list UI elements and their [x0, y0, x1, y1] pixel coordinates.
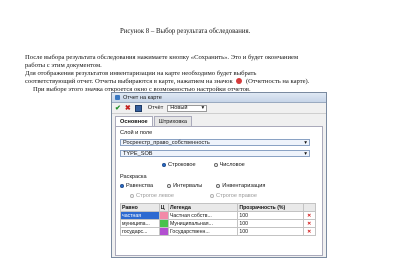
column-header-actions: [302, 203, 317, 212]
row-legend-value[interactable]: Государственн...: [167, 227, 239, 236]
coloring-radio-group: Равенства Интервалы Инвентаризация: [120, 183, 265, 189]
column-header-equals: Равно: [120, 203, 160, 212]
dialog-title: Отчет на карте: [123, 94, 162, 101]
radio-strict-left-label: Строгое левое: [136, 193, 175, 199]
column-header-transparency: Прозрачность (%): [237, 203, 304, 212]
row-equals-value[interactable]: частная: [120, 211, 160, 220]
window-icon: [115, 95, 120, 100]
table-row[interactable]: частная Частная собств... 100 ✕: [120, 211, 317, 220]
save-icon[interactable]: [134, 104, 142, 112]
row-equals-value[interactable]: государс...: [120, 227, 160, 236]
coloring-label: Раскраска: [120, 174, 147, 180]
column-header-legend: Легенда: [167, 203, 239, 212]
row-transparency-value[interactable]: 100: [237, 219, 304, 228]
paragraph-2-text-a: соответствующий отчет. Отчеты выбираются…: [25, 78, 233, 85]
dialog-toolbar: ✔ ✖ Отчёт Новый ▾: [112, 103, 326, 114]
row-equals-value[interactable]: муниципа...: [120, 219, 160, 228]
radio-dot: [167, 184, 172, 188]
radio-dot: [213, 163, 218, 167]
report-select-value: Новый: [170, 105, 188, 111]
radio-numeric-label: Числовое: [219, 162, 245, 168]
dialog-titlebar: Отчет на карте: [112, 93, 326, 103]
table-row[interactable]: муниципа... Муниципальная... 100 ✕: [120, 219, 317, 228]
radio-dot: [216, 184, 221, 188]
row-legend-value[interactable]: Муниципальная...: [167, 219, 239, 228]
radio-string[interactable]: Строковое: [162, 162, 196, 168]
radio-strict-right[interactable]: Строгое правое: [210, 193, 257, 199]
chevron-down-icon: ▾: [201, 105, 205, 111]
table-header-row: Равно Ц Легенда Прозрачность (%): [120, 203, 317, 212]
radio-dot-disabled: [130, 194, 134, 198]
map-report-dialog: Отчет на карте ✔ ✖ Отчёт Новый ▾ Основно…: [111, 92, 327, 258]
report-select-label: Отчёт: [147, 105, 164, 111]
radio-equal-label: Равенства: [126, 183, 154, 189]
radio-dot-selected: [120, 184, 124, 188]
value-type-radio-group: Строковое Числовое: [162, 162, 245, 168]
radio-intervals[interactable]: Интервалы: [167, 183, 202, 189]
field-select-value: TYPE_SOB: [123, 150, 153, 157]
layer-field-label: Слой и поле: [120, 130, 153, 136]
radio-string-label: Строковое: [168, 162, 196, 168]
cancel-icon[interactable]: ✖: [125, 104, 131, 112]
color-swatch[interactable]: [158, 227, 169, 236]
chevron-down-icon: ▾: [304, 139, 307, 146]
tab-main-panel: Слой и поле Росреестр_право_собственност…: [115, 126, 323, 256]
color-swatch[interactable]: [158, 211, 169, 220]
radio-intervals-label: Интервалы: [173, 183, 203, 189]
paragraph-1-continued: работы с этим документом.: [25, 62, 102, 69]
layer-select-value: Росреестр_право_собственность: [123, 139, 210, 146]
row-transparency-value[interactable]: 100: [237, 227, 304, 236]
table-row[interactable]: государс... Государственн... 100 ✕: [120, 227, 317, 236]
radio-strict-left[interactable]: Строгое левое: [130, 193, 174, 199]
legend-table: Равно Ц Легенда Прозрачность (%) частная…: [120, 203, 317, 236]
tab-hatching[interactable]: Штриховка: [153, 116, 193, 126]
paragraph-1: После выбора результата обследования наж…: [25, 54, 299, 61]
column-header-color: Ц: [158, 203, 169, 212]
layer-select[interactable]: Росреестр_право_собственность ▾: [120, 139, 310, 146]
radio-strict-right-label: Строгое правое: [216, 193, 257, 199]
chevron-down-icon: ▾: [304, 150, 307, 157]
radio-dot-disabled: [210, 194, 215, 198]
dialog-tabs: Основное Штриховка: [112, 114, 326, 126]
paragraph-2-text-b: (Отчетность на карте).: [245, 78, 310, 85]
tab-main[interactable]: Основное: [115, 116, 153, 126]
ok-icon[interactable]: ✔: [115, 104, 121, 112]
delete-icon[interactable]: ✕: [302, 219, 317, 228]
paragraph-2: Для отображения результатов инвентаризац…: [25, 70, 257, 77]
row-transparency-value[interactable]: 100: [237, 211, 304, 220]
map-report-icon: [236, 78, 243, 85]
report-select[interactable]: Новый ▾: [167, 104, 208, 112]
radio-inventory[interactable]: Инвентаризация: [216, 183, 265, 189]
field-select[interactable]: TYPE_SOB ▾: [120, 150, 310, 157]
delete-icon[interactable]: ✕: [302, 227, 317, 236]
inventory-options-group: Строгое левое Строгое правое: [130, 193, 257, 199]
radio-equal[interactable]: Равенства: [120, 183, 153, 189]
radio-dot-selected: [162, 163, 166, 167]
figure-caption: Рисунок 8 – Выбор результата обследовани…: [120, 28, 251, 35]
row-legend-value[interactable]: Частная собств...: [167, 211, 239, 220]
radio-numeric[interactable]: Числовое: [213, 162, 245, 168]
paragraph-2-continued: соответствующий отчет. Отчеты выбираются…: [25, 78, 309, 86]
color-swatch[interactable]: [158, 219, 169, 228]
radio-inventory-label: Инвентаризация: [222, 183, 266, 189]
delete-icon[interactable]: ✕: [302, 211, 317, 220]
